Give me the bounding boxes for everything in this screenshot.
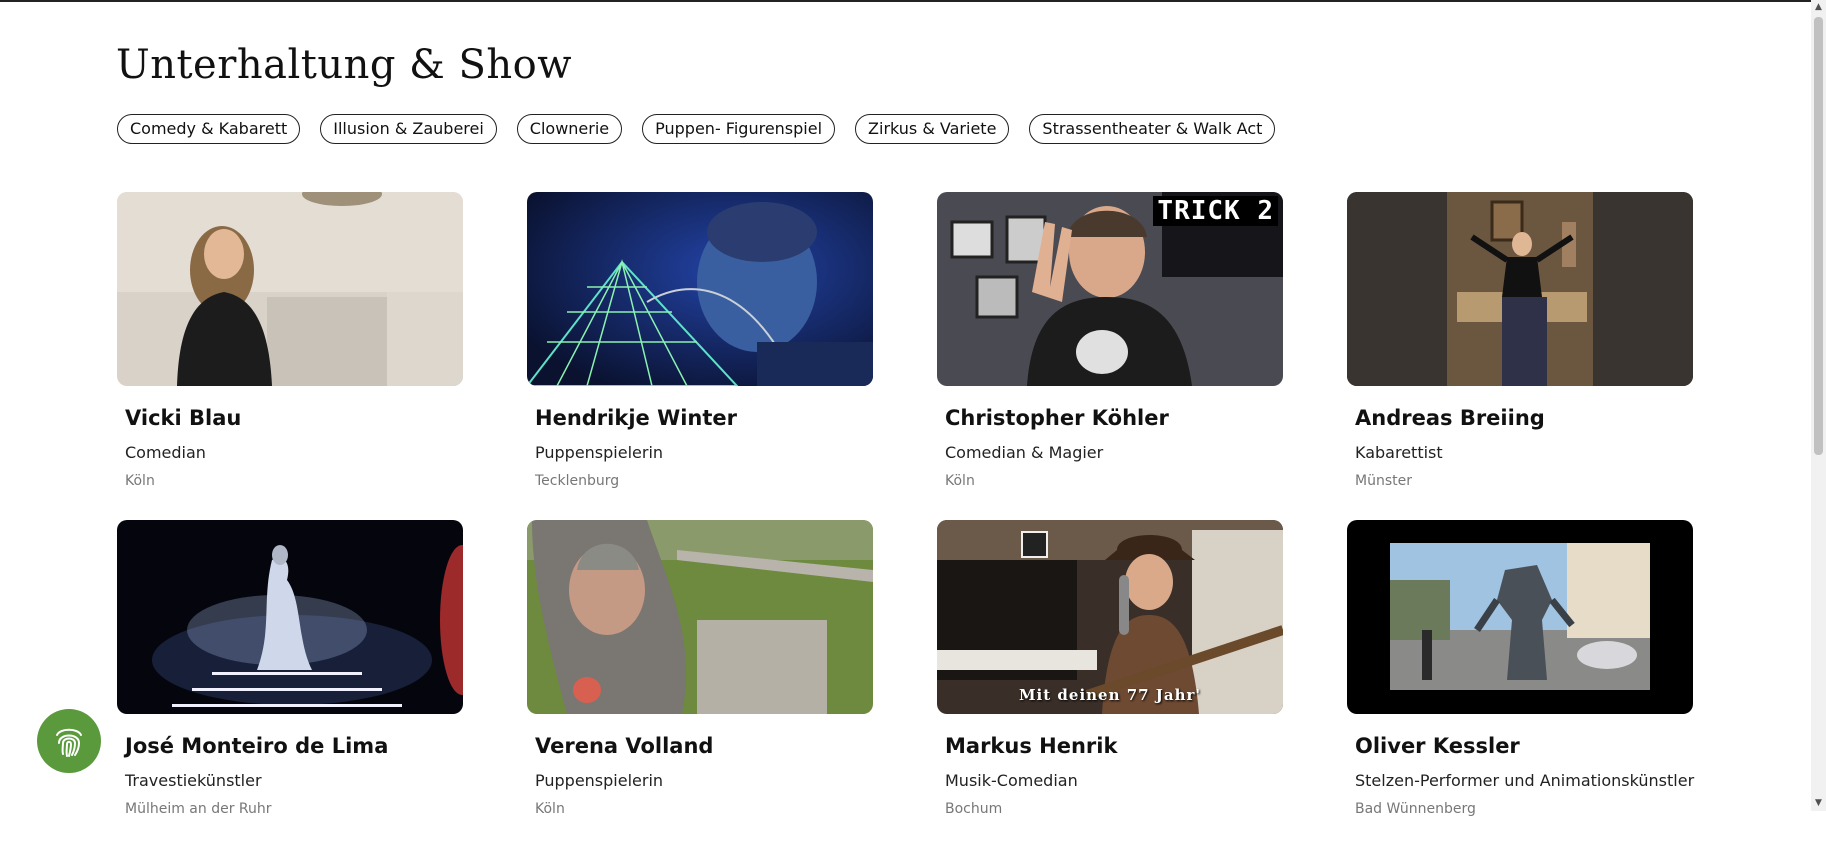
artist-role: Puppenspielerin [535,443,664,462]
artist-role: Musik-Comedian [945,771,1078,790]
page-title: Unterhaltung & Show [116,42,572,88]
artist-city: Köln [535,801,565,817]
artist-grid: Vicki Blau Comedian Köln Hendrikje Winte… [117,192,1695,848]
artist-name[interactable]: Verena Volland [535,734,713,758]
category-chip-comedy[interactable]: Comedy & Kabarett [117,114,301,144]
artist-name[interactable]: Andreas Breiing [1355,406,1545,430]
artist-city: Mülheim an der Ruhr [125,801,272,817]
artist-name[interactable]: Oliver Kessler [1355,734,1520,758]
category-chip-clownerie[interactable]: Clownerie [516,114,623,144]
category-chip-strassentheater[interactable]: Strassentheater & Walk Act [1029,114,1276,144]
category-chip-puppen[interactable]: Puppen- Figurenspiel [642,114,836,144]
artist-video-thumbnail[interactable] [527,520,873,714]
fingerprint-icon [56,728,82,757]
vertical-scrollbar[interactable]: ▲ ▼ [1811,0,1826,811]
artist-role: Comedian [125,443,206,462]
artist-name[interactable]: Vicki Blau [125,406,241,430]
artist-card[interactable]: José Monteiro de Lima Travestiekünstler … [117,520,463,848]
artist-role: Puppenspielerin [535,771,664,790]
scrollbar-thumb[interactable] [1814,17,1823,455]
artist-video-thumbnail[interactable]: Mit deinen 77 Jahr' [937,520,1283,714]
artist-city: Münster [1355,473,1412,489]
fingerprint-button[interactable] [37,709,101,773]
artist-card[interactable]: Mit deinen 77 Jahr' Markus Henrik Musik-… [937,520,1283,848]
artist-city: Köln [945,473,975,489]
artist-card[interactable]: TRICK 2 Christopher Köhler Comedian & Ma… [937,192,1283,520]
artist-role: Kabarettist [1355,443,1443,462]
artist-role: Comedian & Magier [945,443,1104,462]
artist-card[interactable]: Oliver Kessler Stelzen-Performer und Ani… [1347,520,1695,848]
artist-city: Tecklenburg [535,473,620,489]
artist-name[interactable]: José Monteiro de Lima [125,734,388,758]
chevron-down-icon[interactable]: ▼ [1811,796,1826,811]
artist-card[interactable]: Vicki Blau Comedian Köln [117,192,463,520]
category-chip-illusion[interactable]: Illusion & Zauberei [320,114,497,144]
artist-video-thumbnail[interactable] [527,192,873,386]
video-subtitle-text: Mit deinen 77 Jahr' [1018,686,1202,704]
category-chip-zirkus[interactable]: Zirkus & Variete [855,114,1010,144]
artist-city: Bad Wünnenberg [1355,801,1476,817]
artist-card[interactable]: Hendrikje Winter Puppenspielerin Tecklen… [527,192,873,520]
artist-name[interactable]: Christopher Köhler [945,406,1169,430]
category-filter: Comedy & Kabarett Illusion & Zauberei Cl… [117,114,1276,144]
artist-card[interactable]: Andreas Breiing Kabarettist Münster [1347,192,1693,520]
video-overlay-text: TRICK 2 [1153,196,1278,226]
artist-card[interactable]: Verena Volland Puppenspielerin Köln [527,520,873,848]
artist-video-thumbnail[interactable] [1347,192,1693,386]
artist-video-thumbnail[interactable]: TRICK 2 [937,192,1283,386]
artist-video-thumbnail[interactable] [1347,520,1693,714]
artist-video-thumbnail[interactable] [117,192,463,386]
artist-name[interactable]: Markus Henrik [945,734,1117,758]
top-border [0,0,1811,2]
artist-name[interactable]: Hendrikje Winter [535,406,737,430]
artist-role: Travestiekünstler [125,771,262,790]
artist-video-thumbnail[interactable] [117,520,463,714]
artist-city: Köln [125,473,155,489]
artist-role: Stelzen-Performer und Animationskünstler [1355,771,1695,790]
artist-city: Bochum [945,801,1003,817]
chevron-up-icon[interactable]: ▲ [1811,0,1826,15]
